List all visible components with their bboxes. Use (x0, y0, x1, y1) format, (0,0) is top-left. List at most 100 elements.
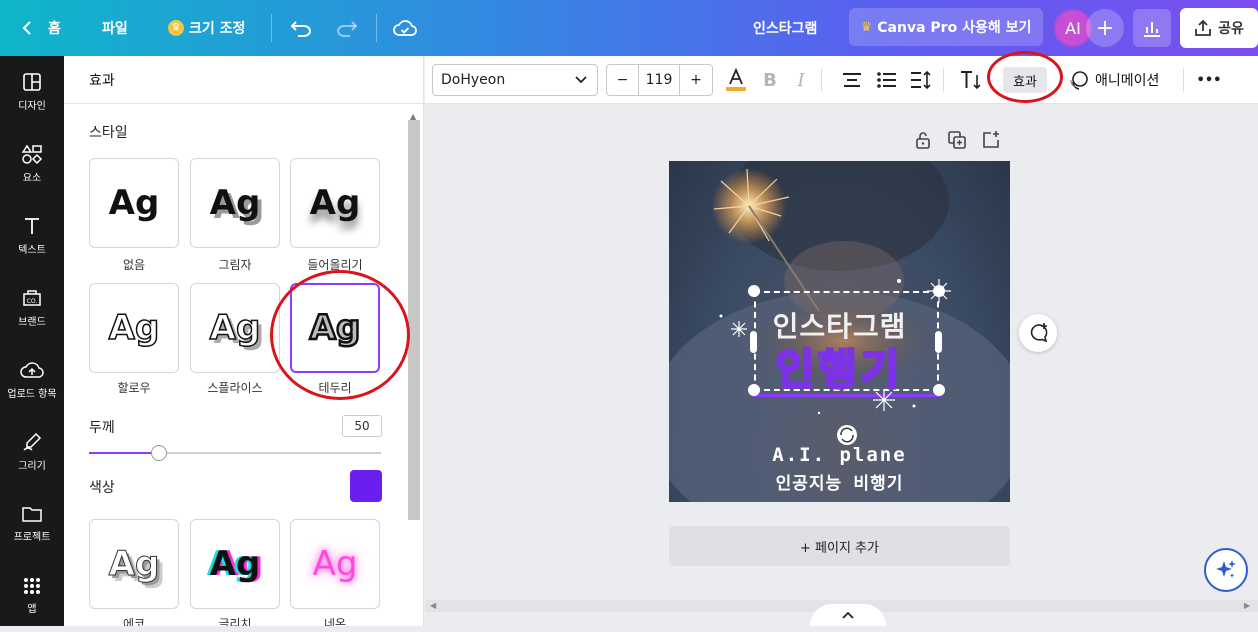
style-sample: Ag (209, 183, 261, 223)
animate-button[interactable]: 애니메이션 (1069, 67, 1159, 93)
panel-scrollbar[interactable] (408, 120, 420, 520)
unlock-icon[interactable] (913, 130, 933, 150)
bar-chart-icon (1144, 22, 1160, 37)
italic-icon: I (797, 69, 805, 91)
style-card-none[interactable]: Ag (89, 158, 179, 248)
font-family-select[interactable]: DoHyeon (432, 64, 598, 96)
align-button[interactable] (841, 68, 863, 92)
try-pro-button[interactable]: ♛ Canva Pro 사용해 보기 (849, 8, 1043, 46)
style-card-glitch[interactable]: Ag (190, 519, 280, 609)
style-card-hollow[interactable]: Ag (89, 283, 179, 373)
page-drawer-toggle[interactable] (810, 604, 886, 626)
try-pro-label: Canva Pro 사용해 보기 (877, 20, 1032, 36)
add-page-label: + 페이지 추가 (800, 540, 879, 556)
style-heading: 스타일 (89, 125, 128, 141)
crown-icon: ♛ (168, 20, 184, 36)
duplicate-icon[interactable] (947, 130, 967, 150)
minus-icon: − (616, 72, 629, 88)
undo-button[interactable] (290, 0, 312, 56)
scroll-right-arrow[interactable]: ▶ (1244, 601, 1250, 610)
add-page-icon[interactable] (981, 130, 1001, 150)
thickness-value-input[interactable]: 50 (342, 415, 382, 437)
divider (1183, 68, 1184, 92)
rail-item-brand[interactable]: CO. 브랜드 (0, 272, 64, 344)
thickness-slider-handle[interactable] (151, 445, 167, 461)
chevron-left-icon (22, 21, 31, 35)
align-center-icon (843, 73, 861, 87)
crown-icon: ♛ (860, 19, 873, 35)
bold-button[interactable]: B (762, 68, 778, 92)
cloud-save-button[interactable] (393, 0, 417, 56)
scroll-left-arrow[interactable]: ◀ (430, 601, 436, 610)
animation-icon (1070, 71, 1088, 90)
divider (376, 14, 377, 42)
font-size-input[interactable]: 119 (639, 65, 680, 95)
add-comment-button[interactable] (1019, 314, 1057, 352)
add-page-button[interactable]: + 페이지 추가 (669, 526, 1010, 566)
style-label: 할로우 (117, 381, 151, 395)
rail-item-text[interactable]: 텍스트 (0, 200, 64, 272)
style-sample: Ag (308, 307, 361, 350)
share-upload-icon (1195, 19, 1212, 36)
design-text-line3[interactable]: A.I. plane (669, 444, 1010, 466)
color-label: 색상 (89, 480, 115, 496)
style-card-neon[interactable]: Ag (290, 519, 380, 609)
rail-item-apps[interactable]: 앱 (0, 560, 64, 632)
rail-label: 디자인 (18, 101, 46, 112)
panel-header: 효과 (64, 56, 423, 104)
design-text-line4[interactable]: 인공지능 비행기 (669, 469, 1010, 494)
style-card-echo[interactable]: Ag (89, 519, 179, 609)
style-label: 에코 (122, 617, 146, 626)
rail-item-elements[interactable]: 요소 (0, 128, 64, 200)
style-sample: Ag (108, 183, 160, 223)
more-options-button[interactable]: ••• (1196, 68, 1222, 92)
divider (271, 14, 272, 42)
share-button[interactable]: 공유 (1180, 8, 1258, 48)
style-card-splice[interactable]: Ag (190, 283, 280, 373)
text-color-button[interactable] (725, 68, 747, 92)
style-sample: Ag (309, 183, 361, 223)
style-sample: Ag (108, 544, 160, 585)
invite-button[interactable]: + (1086, 9, 1124, 47)
thickness-value: 50 (354, 419, 370, 433)
rail-label: 텍스트 (18, 245, 46, 256)
style-card-outline[interactable]: Ag (290, 283, 380, 373)
decrease-size-button[interactable]: − (607, 65, 639, 95)
style-label: 그림자 (218, 258, 252, 272)
rail-label: 프로젝트 (13, 532, 51, 543)
color-swatch[interactable] (350, 470, 382, 502)
insights-button[interactable] (1133, 9, 1171, 47)
comment-add-icon (1030, 323, 1048, 343)
design-page[interactable]: 인스타그램 인행기 A.I. plane 인공지능 비행기 (669, 161, 1010, 502)
resize-button[interactable]: ♛ 크기 조정 (168, 0, 245, 56)
rail-label: 앱 (27, 604, 37, 615)
rail-label: 그리기 (18, 461, 46, 472)
style-label: 테두리 (318, 381, 352, 395)
rail-item-projects[interactable]: 프로젝트 (0, 488, 64, 560)
magic-assistant-button[interactable] (1204, 548, 1248, 592)
rail-item-draw[interactable]: 그리기 (0, 416, 64, 488)
style-label: 없음 (122, 258, 146, 272)
redo-button[interactable] (336, 0, 358, 56)
more-icon: ••• (1196, 72, 1222, 88)
text-transform-button[interactable] (959, 68, 983, 92)
list-button[interactable] (876, 68, 898, 92)
sparkles-icon (1216, 560, 1236, 578)
rail-item-design[interactable]: 디자인 (0, 56, 64, 128)
spacing-button[interactable] (909, 68, 933, 92)
share-label: 공유 (1218, 21, 1244, 37)
increase-size-button[interactable]: + (680, 65, 712, 95)
rail-item-uploads[interactable]: 업로드 항목 (0, 344, 64, 416)
document-title[interactable]: 인스타그램 (753, 0, 817, 56)
font-size-value: 119 (645, 72, 673, 88)
effects-button[interactable]: 효과 (1003, 67, 1047, 93)
folder-icon (22, 507, 42, 522)
avatar-initials: AI (1065, 18, 1081, 38)
style-card-lift[interactable]: Ag (290, 158, 380, 248)
style-card-shadow[interactable]: Ag (190, 158, 280, 248)
home-button[interactable]: 홈 (22, 0, 61, 56)
file-menu[interactable]: 파일 (102, 0, 128, 56)
top-bar: 홈 파일 ♛ 크기 조정 인스타그램 ♛ Canva Pro 사용해 보기 AI… (0, 0, 1258, 56)
style-sample: Ag (209, 544, 261, 584)
italic-button[interactable]: I (794, 68, 808, 92)
